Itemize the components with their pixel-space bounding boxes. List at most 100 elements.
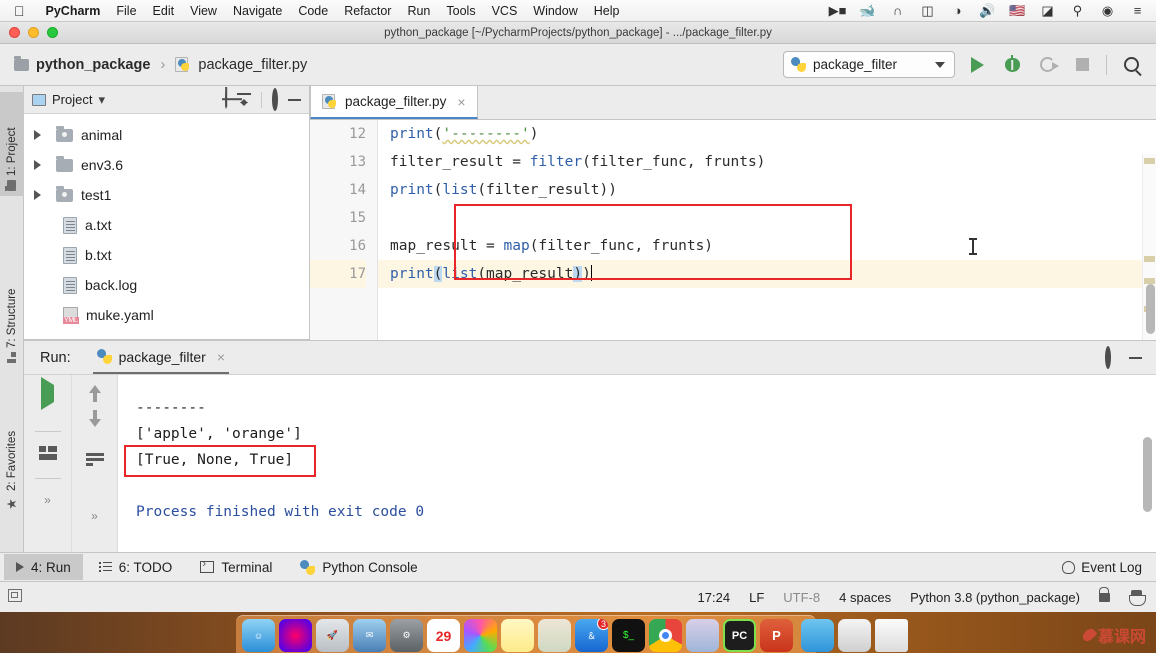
menu-item-tools[interactable]: Tools [438, 4, 483, 18]
dock-siri-icon[interactable] [279, 619, 312, 652]
unlocked-icon[interactable] [1099, 586, 1110, 602]
project-panel-title[interactable]: Project ▾ [32, 92, 105, 108]
dock-printer-icon[interactable] [838, 619, 871, 652]
settings-gear-icon[interactable] [1105, 345, 1111, 369]
tab-package-filter-py[interactable]: package_filter.py × [310, 86, 478, 119]
breadcrumb-project[interactable]: python_package [36, 57, 150, 73]
menu-item-view[interactable]: View [182, 4, 225, 18]
bottom-tab-python-console[interactable]: Python Console [288, 554, 429, 580]
hector-inspector-icon[interactable] [1129, 589, 1146, 606]
code-line-15[interactable] [378, 204, 1156, 232]
hide-icon[interactable] [288, 98, 301, 101]
print-icon[interactable] [38, 446, 57, 460]
scroll-up-icon[interactable] [88, 385, 101, 402]
status-encoding[interactable]: UTF-8 [783, 590, 820, 605]
battery-icon[interactable]: ◫ [919, 3, 936, 18]
sidebar-item-structure[interactable]: 7: Structure [0, 246, 24, 368]
menu-item-file[interactable]: File [108, 4, 144, 18]
clock-icon[interactable]: ◪ [1039, 3, 1056, 18]
soft-wrap-icon[interactable] [85, 453, 104, 467]
run-console-output[interactable]: -------- ['apple', 'orange'] [True, None… [118, 375, 1156, 553]
wifi-icon[interactable]: ◑ [949, 3, 966, 18]
tree-item-b-txt[interactable]: b.txt [24, 240, 309, 270]
locate-icon[interactable] [225, 89, 227, 109]
menu-item-run[interactable]: Run [399, 4, 438, 18]
debug-button[interactable] [999, 52, 1025, 78]
bottom-tab-terminal[interactable]: Terminal [188, 554, 284, 580]
dock-terminal-icon[interactable]: $_ [612, 619, 645, 652]
dock-launchpad-icon[interactable]: 🚀 [316, 619, 349, 652]
editor-marker-gutter[interactable] [1142, 154, 1156, 340]
run-tab-package-filter[interactable]: package_filter × [92, 341, 229, 374]
dock-calendar-icon[interactable]: 29 [427, 619, 460, 652]
docker-icon[interactable]: 🐋 [859, 3, 876, 18]
status-indent[interactable]: 4 spaces [839, 590, 891, 605]
sidebar-item-project[interactable]: 1: Project [0, 92, 24, 196]
tree-item-muke-yaml[interactable]: YML muke.yaml [24, 300, 309, 330]
menu-item-vcs[interactable]: VCS [484, 4, 526, 18]
tunnel-icon[interactable]: ∩ [889, 3, 906, 18]
us-flag-icon[interactable]: 🇺🇸 [1009, 3, 1026, 18]
run-configuration-selector[interactable]: package_filter [783, 51, 955, 78]
code-line-16[interactable]: map_result = map(filter_func, frunts) [378, 232, 1156, 260]
dock-photos-icon[interactable] [464, 619, 497, 652]
search-everywhere-button[interactable] [1118, 52, 1144, 78]
run-button[interactable] [964, 52, 990, 78]
hide-icon[interactable] [1129, 356, 1142, 359]
expand-arrow-icon[interactable] [34, 190, 41, 200]
dock-downloads-folder-icon[interactable] [801, 619, 834, 652]
dock-chrome-icon[interactable] [649, 619, 682, 652]
expand-arrow-icon[interactable] [34, 130, 41, 140]
screen-record-icon[interactable]: ▶■ [829, 3, 847, 18]
tree-item-env36[interactable]: env3.6 [24, 150, 309, 180]
siri-icon[interactable]: ◉ [1099, 3, 1116, 18]
expand-arrow-icon[interactable] [34, 160, 41, 170]
collapse-all-icon[interactable] [237, 93, 251, 106]
tree-item-back-log[interactable]: back.log [24, 270, 309, 300]
spotlight-search-icon[interactable]: ⚲ [1069, 3, 1086, 18]
more-actions-icon[interactable]: » [91, 509, 98, 523]
dock-maps-icon[interactable] [538, 619, 571, 652]
menu-item-pycharm[interactable]: PyCharm [38, 4, 109, 18]
close-icon[interactable]: × [217, 349, 225, 365]
dock-notes-icon[interactable] [501, 619, 534, 652]
breadcrumb-file[interactable]: package_filter.py [198, 57, 307, 73]
more-actions-icon[interactable]: » [44, 493, 51, 507]
scroll-down-icon[interactable] [88, 410, 101, 427]
dock-mail-icon[interactable]: ✉ [353, 619, 386, 652]
dock-trash-icon[interactable] [875, 619, 908, 652]
menu-item-help[interactable]: Help [586, 4, 628, 18]
sidebar-item-favorites[interactable]: ★ 2: Favorites [0, 396, 24, 518]
console-scrollbar[interactable] [1143, 437, 1152, 512]
event-log-button[interactable]: Event Log [1062, 560, 1156, 575]
bottom-tab-run[interactable]: 4: Run [4, 554, 83, 580]
close-icon[interactable]: × [457, 94, 465, 110]
dock-video-editor-icon[interactable] [686, 619, 719, 652]
coverage-button[interactable] [1034, 52, 1060, 78]
stop-button[interactable] [1069, 52, 1095, 78]
dock-app-store-icon[interactable]: ＆ 3 [575, 619, 608, 652]
dock-powerpoint-icon[interactable]: P [760, 619, 793, 652]
tree-item-a-txt[interactable]: a.txt [24, 210, 309, 240]
tree-item-animal[interactable]: animal [24, 120, 309, 150]
status-line-separator[interactable]: LF [749, 590, 764, 605]
dock-finder-icon[interactable]: ☺ [242, 619, 275, 652]
status-interpreter[interactable]: Python 3.8 (python_package) [910, 590, 1080, 605]
rerun-icon[interactable] [41, 377, 54, 410]
bottom-tab-todo[interactable]: 6: TODO [87, 554, 185, 580]
menu-item-edit[interactable]: Edit [145, 4, 183, 18]
code-line-12[interactable]: print('--------') [378, 120, 1156, 148]
menu-item-code[interactable]: Code [290, 4, 336, 18]
dock-system-preferences-icon[interactable]: ⚙ [390, 619, 423, 652]
toggle-toolwindow-icon[interactable] [0, 589, 22, 605]
dock-pycharm-icon[interactable]: PC [723, 619, 756, 652]
tree-item-test1[interactable]: test1 [24, 180, 309, 210]
code-line-14[interactable]: print(list(filter_result)) [378, 176, 1156, 204]
menu-item-window[interactable]: Window [525, 4, 585, 18]
code-line-13[interactable]: filter_result = filter(filter_func, frun… [378, 148, 1156, 176]
menu-item-refactor[interactable]: Refactor [336, 4, 399, 18]
apple-menu-icon[interactable]:  [0, 4, 38, 18]
code-lines[interactable]: print('--------') filter_result = filter… [378, 120, 1156, 340]
control-center-icon[interactable]: ≡ [1129, 3, 1146, 18]
menu-item-navigate[interactable]: Navigate [225, 4, 290, 18]
